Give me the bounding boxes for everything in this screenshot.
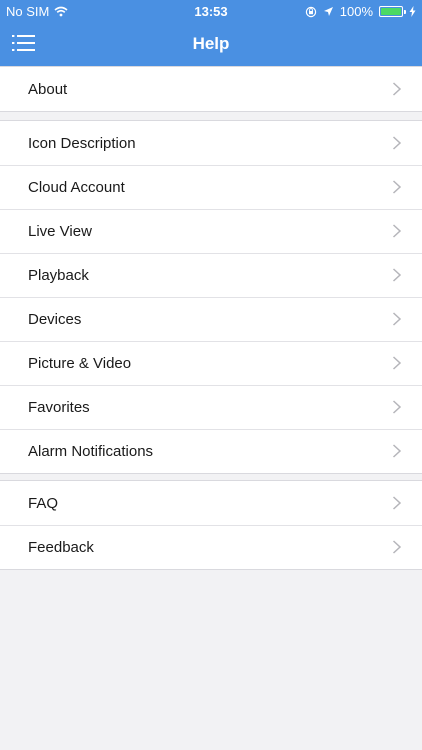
status-right: 100% — [305, 4, 416, 19]
help-item-playback[interactable]: Playback — [0, 253, 422, 297]
help-item-label: Icon Description — [28, 134, 136, 152]
chevron-right-icon — [392, 180, 402, 194]
help-item-label: Picture & Video — [28, 354, 132, 372]
help-item-alarm-notifications[interactable]: Alarm Notifications — [0, 429, 422, 473]
help-item-label: Live View — [28, 222, 92, 240]
help-item-live-view[interactable]: Live View — [0, 209, 422, 253]
help-item-about[interactable]: About — [0, 67, 422, 111]
battery-icon — [379, 6, 406, 17]
battery-level — [381, 8, 401, 15]
help-item-cloud-account[interactable]: Cloud Account — [0, 165, 422, 209]
help-section-1: About — [0, 66, 422, 112]
help-item-icon-description[interactable]: Icon Description — [0, 121, 422, 165]
chevron-right-icon — [392, 268, 402, 282]
chevron-right-icon — [392, 224, 402, 238]
help-item-label: FAQ — [28, 494, 59, 512]
help-section-2: Icon Description Cloud Account Live View Pl… — [0, 120, 422, 474]
chevron-right-icon — [392, 312, 402, 326]
help-item-label: Playback — [28, 266, 89, 284]
chevron-right-icon — [392, 136, 402, 150]
help-item-label: Favorites — [28, 398, 90, 416]
chevron-right-icon — [392, 400, 402, 414]
page-title: Help — [192, 34, 230, 53]
help-item-label: Devices — [28, 310, 82, 328]
help-section-3: FAQ Feedback — [0, 480, 422, 570]
chevron-right-icon — [392, 82, 402, 96]
help-item-devices[interactable]: Devices — [0, 297, 422, 341]
app-header: No SIM 13:53 100% Help — [0, 0, 422, 66]
charging-bolt-icon — [409, 6, 416, 17]
status-bar: No SIM 13:53 100% — [0, 0, 422, 22]
help-item-favorites[interactable]: Favorites — [0, 385, 422, 429]
help-item-label: Alarm Notifications — [28, 442, 154, 460]
chevron-right-icon — [392, 356, 402, 370]
chevron-right-icon — [392, 496, 402, 510]
battery-percent: 100% — [339, 4, 373, 19]
chevron-right-icon — [392, 540, 402, 554]
help-item-feedback[interactable]: Feedback — [0, 525, 422, 569]
help-item-label: Feedback — [28, 538, 94, 556]
help-item-label: Cloud Account — [28, 178, 125, 196]
help-item-label: About — [28, 80, 68, 98]
orientation-lock-icon — [305, 6, 316, 17]
help-item-picture-video[interactable]: Picture & Video — [0, 341, 422, 385]
navigation-bar: Help — [0, 22, 422, 66]
help-item-faq[interactable]: FAQ — [0, 481, 422, 525]
chevron-right-icon — [392, 444, 402, 458]
location-arrow-icon — [323, 7, 333, 16]
